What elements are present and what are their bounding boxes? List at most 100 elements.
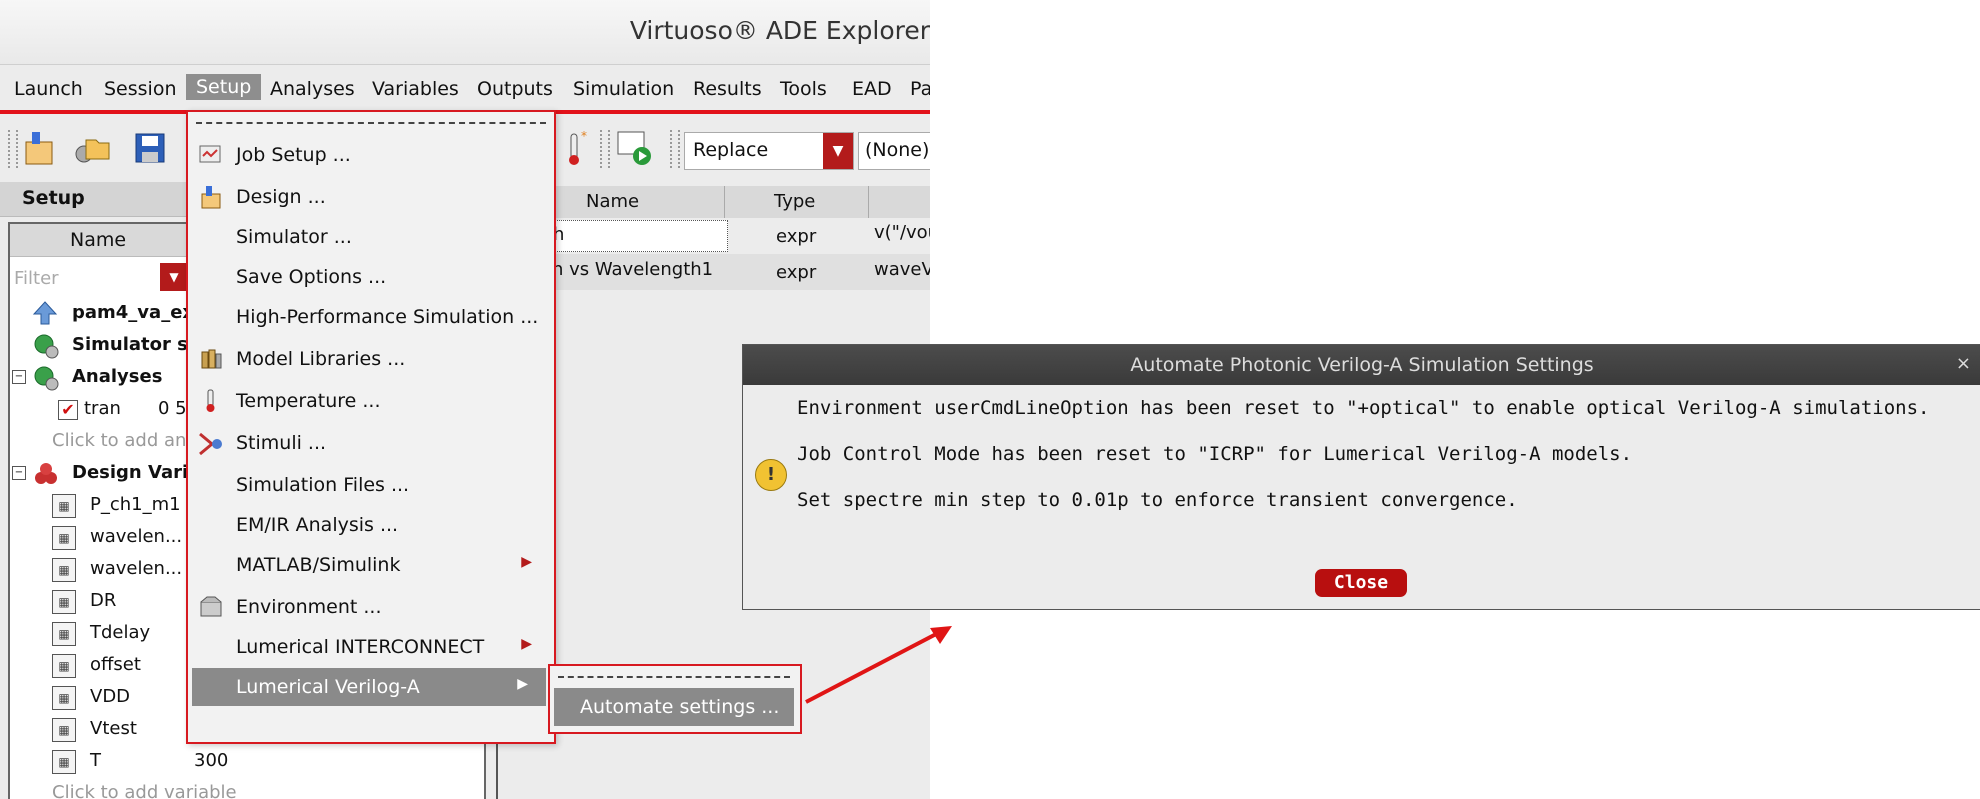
variable-name: wavelen... — [90, 526, 183, 547]
menu-item-temperature[interactable]: Temperature ... — [188, 382, 550, 420]
setup-menu: Job Setup ... Design ... Simulator ... S… — [186, 110, 556, 744]
menu-results[interactable]: Results — [693, 78, 762, 100]
menu-item-save-options[interactable]: Save Options ... — [188, 258, 550, 296]
variable-name: T — [90, 750, 101, 771]
open-folder-icon[interactable] — [72, 128, 112, 168]
none-combo-value: (None) — [865, 139, 930, 161]
filter-placeholder: Filter — [14, 268, 59, 289]
warning-icon: ! — [755, 459, 787, 491]
lumerical-verilog-a-submenu: Automate settings ... — [548, 664, 802, 734]
menu-item-automate-settings[interactable]: Automate settings ... — [554, 688, 794, 726]
filter-input[interactable]: Filter — [10, 262, 180, 292]
close-button[interactable]: Close — [1315, 569, 1407, 597]
svg-text:*: * — [581, 129, 587, 143]
checkbox-checked-icon[interactable]: ✔ — [58, 400, 78, 420]
run-simulation-icon[interactable] — [614, 128, 654, 168]
output-value[interactable]: waveV — [874, 259, 930, 280]
tear-off-line[interactable] — [558, 676, 790, 678]
chevron-down-icon[interactable]: ▼ — [823, 133, 853, 169]
setup-panel-header: Setup — [0, 182, 190, 217]
tree-value-tran: 0 5 — [158, 398, 187, 419]
name-column-header[interactable]: Name — [10, 224, 190, 257]
menu-analyses[interactable]: Analyses — [270, 78, 355, 100]
tear-off-line[interactable] — [196, 122, 546, 124]
save-icon[interactable] — [130, 128, 170, 168]
menu-item-label: Temperature ... — [236, 390, 381, 412]
new-session-icon[interactable] — [20, 128, 60, 168]
tree-row-simulator[interactable]: Simulator sp — [18, 330, 201, 360]
menu-tools[interactable]: Tools — [780, 78, 827, 100]
menu-setup[interactable]: Setup — [186, 74, 262, 100]
tree-label-simulator: Simulator sp — [72, 334, 201, 355]
menu-item-simulation-files[interactable]: Simulation Files ... — [188, 466, 550, 504]
menu-item-matlab-simulink[interactable]: MATLAB/Simulink ▶ — [188, 546, 550, 584]
submenu-arrow-icon: ▶ — [521, 636, 532, 652]
menu-launch[interactable]: Launch — [14, 78, 83, 100]
menu-session[interactable]: Session — [104, 78, 177, 100]
output-type: expr — [776, 262, 817, 283]
menu-item-label: Job Setup ... — [236, 144, 351, 166]
menu-item-label: Model Libraries ... — [236, 348, 406, 370]
menu-ead[interactable]: EAD — [852, 78, 892, 100]
menu-item-label: Lumerical Verilog-A — [236, 676, 420, 698]
tree-row-analyses[interactable]: − Analyses — [12, 362, 198, 392]
up-arrow-icon — [32, 301, 58, 325]
design-icon — [201, 186, 221, 209]
column-header-name[interactable]: Name — [586, 191, 639, 212]
tree-row-add-analysis[interactable]: Click to add an — [18, 426, 198, 456]
collapse-icon[interactable]: − — [12, 466, 26, 480]
menu-item-lumerical-verilog-a[interactable]: Lumerical Verilog-A ▶ — [192, 668, 546, 706]
menu-item-label: Environment ... — [236, 596, 382, 618]
dialog-title: Automate Photonic Verilog-A Simulation S… — [1130, 354, 1594, 376]
variable-value[interactable]: 300 — [194, 750, 228, 771]
menu-item-model-libraries[interactable]: Model Libraries ... — [188, 340, 550, 378]
environment-icon — [200, 596, 222, 617]
variable-name: P_ch1_m1 — [90, 494, 181, 515]
tree-row-design[interactable]: pam4_va_ex — [18, 298, 198, 328]
submenu-arrow-icon: ▶ — [517, 676, 528, 692]
window-titlebar: Virtuoso® ADE Explorer — [0, 0, 930, 65]
menu-item-label: Simulation Files ... — [236, 474, 410, 496]
none-combo[interactable]: (None) — [858, 132, 930, 170]
toolbar-grip[interactable] — [8, 130, 18, 168]
menu-item-label: Simulator ... — [236, 226, 352, 248]
replace-combo[interactable]: Replace ▼ — [684, 132, 854, 170]
menu-item-job-setup[interactable]: Job Setup ... — [188, 136, 550, 174]
toolbar-grip-3[interactable] — [670, 130, 680, 168]
column-divider — [724, 186, 725, 218]
menu-item-stimuli[interactable]: Stimuli ... — [188, 424, 550, 462]
menu-item-label: Save Options ... — [236, 266, 387, 288]
submenu-arrow-icon: ▶ — [521, 554, 532, 570]
variable-row[interactable]: ▦ T 300 — [18, 746, 478, 776]
menu-item-high-performance-simulation[interactable]: High-Performance Simulation ... — [188, 298, 550, 336]
dialog-titlebar[interactable]: Automate Photonic Verilog-A Simulation S… — [743, 345, 1980, 385]
variable-name: DR — [90, 590, 117, 611]
dialog-message-3: Set spectre min step to 0.01p to enforce… — [797, 489, 1518, 511]
toolbar-grip-2[interactable] — [600, 130, 610, 168]
setup-panel-title: Setup — [22, 187, 85, 209]
collapse-icon[interactable]: − — [12, 370, 26, 384]
menu-outputs[interactable]: Outputs — [477, 78, 553, 100]
tree-row-design-variables[interactable]: − Design Varia — [12, 458, 200, 488]
menu-variables[interactable]: Variables — [372, 78, 459, 100]
thermometer-icon[interactable]: * — [555, 128, 595, 168]
tree-row-tran[interactable]: ✔ tran 0 5 — [18, 394, 198, 424]
menu-item-design[interactable]: Design ... — [188, 178, 550, 216]
menu-item-environment[interactable]: Environment ... — [188, 588, 550, 626]
menu-more[interactable]: Pa — [910, 78, 930, 100]
filter-dropdown-icon[interactable]: ▼ — [160, 263, 188, 291]
close-icon[interactable]: × — [1956, 353, 1971, 374]
column-header-type[interactable]: Type — [774, 191, 815, 212]
output-value[interactable]: v("/vou — [874, 222, 930, 243]
menu-item-label: MATLAB/Simulink — [236, 554, 401, 576]
menu-item-label: High-Performance Simulation ... — [236, 306, 539, 328]
menu-item-simulator[interactable]: Simulator ... — [188, 218, 550, 256]
menu-simulation[interactable]: Simulation — [573, 78, 674, 100]
menu-item-lumerical-interconnect[interactable]: Lumerical INTERCONNECT ▶ — [188, 628, 550, 666]
output-type: expr — [776, 226, 817, 247]
tree-row-add-variable[interactable]: Click to add variable — [18, 778, 478, 799]
dialog-message-1: Environment userCmdLineOption has been r… — [797, 397, 1930, 419]
menu-item-emir-analysis[interactable]: EM/IR Analysis ... — [188, 506, 550, 544]
outputs-table-header: Name Type — [500, 186, 930, 218]
variable-icon: ▦ — [52, 622, 76, 646]
